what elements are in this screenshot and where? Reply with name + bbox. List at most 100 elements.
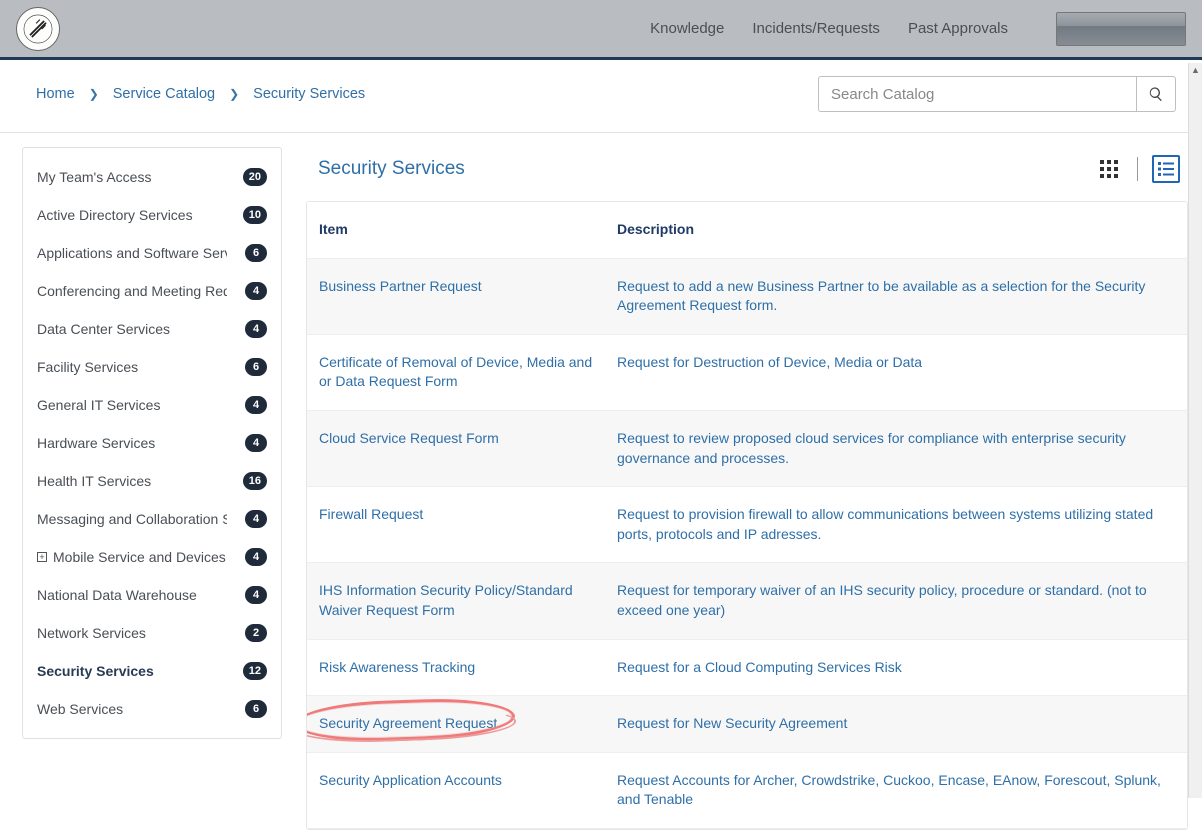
sidebar-item[interactable]: Applications and Software Services 6 (23, 234, 281, 272)
sidebar-item[interactable]: Active Directory Services 10 (23, 196, 281, 234)
view-switch (1095, 155, 1180, 183)
search-input[interactable] (818, 76, 1136, 112)
top-nav: Knowledge Incidents/Requests Past Approv… (650, 12, 1186, 46)
count-badge: 6 (245, 358, 267, 376)
item-link[interactable]: Security Application Accounts (307, 753, 617, 828)
count-badge: 4 (245, 586, 267, 604)
feather-logo-icon (23, 14, 53, 44)
sidebar-item-label: Messaging and Collaboration Ser… (37, 511, 227, 527)
table-row: Security Application AccountsRequest Acc… (307, 753, 1187, 829)
sub-header: Home ❯ Service Catalog ❯ Security Servic… (0, 60, 1202, 133)
sidebar-item[interactable]: Facility Services6 (23, 348, 281, 386)
count-badge: 20 (243, 168, 267, 186)
count-badge: 6 (245, 244, 267, 262)
item-description: Request to review proposed cloud service… (617, 411, 1187, 486)
sidebar-item[interactable]: Hardware Services 4 (23, 424, 281, 462)
sidebar-item-label: Active Directory Services (37, 207, 193, 223)
content: Security Services (306, 147, 1192, 791)
user-menu[interactable] (1056, 12, 1186, 46)
count-badge: 10 (243, 206, 267, 224)
table-row: Cloud Service Request FormRequest to rev… (307, 411, 1187, 487)
item-link[interactable]: Cloud Service Request Form (307, 411, 617, 486)
list-view-button[interactable] (1152, 155, 1180, 183)
sidebar-item[interactable]: My Team's Access 20 (23, 158, 281, 196)
expand-icon[interactable]: + (37, 552, 47, 562)
item-description: Request to provision firewall to allow c… (617, 487, 1187, 562)
chevron-right-icon: ❯ (229, 87, 239, 101)
crumb-service-catalog[interactable]: Service Catalog (113, 86, 215, 102)
table-row: IHS Information Security Policy/Standard… (307, 563, 1187, 639)
count-badge: 6 (245, 700, 267, 718)
org-logo (16, 7, 60, 51)
item-link[interactable]: Certificate of Removal of Device, Media … (307, 335, 617, 410)
scrollbar[interactable]: ▲ (1188, 63, 1202, 798)
col-item[interactable]: Item (307, 202, 617, 258)
item-description: Request for temporary waiver of an IHS s… (617, 563, 1187, 638)
item-description: Request for New Security Agreement (617, 696, 1187, 752)
item-link[interactable]: Security Agreement Request (307, 696, 617, 752)
count-badge: 4 (245, 510, 267, 528)
topnav-knowledge[interactable]: Knowledge (650, 20, 724, 37)
breadcrumb: Home ❯ Service Catalog ❯ Security Servic… (36, 86, 365, 102)
count-badge: 4 (245, 548, 267, 566)
chevron-right-icon: ❯ (89, 87, 99, 101)
item-description: Request for Destruction of Device, Media… (617, 335, 1187, 410)
item-link[interactable]: Business Partner Request (307, 259, 617, 334)
count-badge: 4 (245, 282, 267, 300)
sidebar-item[interactable]: Network Services2 (23, 614, 281, 652)
sidebar-item-label: Applications and Software Services (37, 245, 227, 261)
top-banner: Knowledge Incidents/Requests Past Approv… (0, 0, 1202, 60)
col-description[interactable]: Description (617, 202, 1187, 258)
separator (1137, 157, 1138, 181)
item-description: Request Accounts for Archer, Crowdstrike… (617, 753, 1187, 828)
sidebar-item-label: +Mobile Service and Devices, D… (37, 549, 227, 565)
sidebar-item[interactable]: Web Services 6 (23, 690, 281, 728)
crumb-home[interactable]: Home (36, 86, 75, 102)
list-icon (1157, 160, 1175, 178)
sidebar-item[interactable]: +Mobile Service and Devices, D… 4 (23, 538, 281, 576)
content-header: Security Services (306, 147, 1188, 201)
table-row: Security Agreement RequestRequest for Ne… (307, 696, 1187, 753)
scroll-up-icon[interactable]: ▲ (1189, 63, 1202, 77)
table-header: Item Description (307, 202, 1187, 259)
item-link[interactable]: IHS Information Security Policy/Standard… (307, 563, 617, 638)
sidebar-item-label: Conferencing and Meeting Reque… (37, 283, 227, 299)
count-badge: 12 (243, 662, 267, 680)
catalog-table: Item Description Business Partner Reques… (306, 201, 1188, 830)
crumb-security-services[interactable]: Security Services (253, 86, 365, 102)
search-button[interactable] (1136, 76, 1176, 112)
main: My Team's Access 20 Active Directory Servi… (0, 133, 1202, 791)
sidebar-item[interactable]: Data Center Services4 (23, 310, 281, 348)
sidebar-item[interactable]: National Data Warehouse 4 (23, 576, 281, 614)
table-row: Risk Awareness TrackingRequest for a Clo… (307, 640, 1187, 697)
category-sidebar: My Team's Access 20 Active Directory Servi… (22, 147, 282, 739)
sidebar-item-label: Network Services (37, 625, 146, 641)
sidebar-item[interactable]: Health IT Services 16 (23, 462, 281, 500)
count-badge: 4 (245, 396, 267, 414)
highlight-annotation (306, 696, 516, 744)
sidebar-item[interactable]: Conferencing and Meeting Reque… 4 (23, 272, 281, 310)
table-row: Certificate of Removal of Device, Media … (307, 335, 1187, 411)
count-badge: 4 (245, 434, 267, 452)
count-badge: 16 (243, 472, 267, 490)
table-row: Business Partner RequestRequest to add a… (307, 259, 1187, 335)
search-wrap (818, 76, 1176, 112)
sidebar-item-label: My Team's Access (37, 169, 151, 185)
sidebar-item-label: Hardware Services (37, 435, 155, 451)
topnav-past-approvals[interactable]: Past Approvals (908, 20, 1008, 37)
sidebar-item-label: General IT Services (37, 397, 160, 413)
sidebar-item-label: Data Center Services (37, 321, 170, 337)
sidebar-item[interactable]: General IT Services 4 (23, 386, 281, 424)
page-title: Security Services (318, 158, 465, 180)
sidebar-item[interactable]: Security Services12 (23, 652, 281, 690)
sidebar-item-label: Web Services (37, 701, 123, 717)
sidebar-item[interactable]: Messaging and Collaboration Ser… 4 (23, 500, 281, 538)
item-link[interactable]: Firewall Request (307, 487, 617, 562)
grid-view-button[interactable] (1095, 155, 1123, 183)
item-description: Request for a Cloud Computing Services R… (617, 640, 1187, 696)
search-icon (1148, 86, 1164, 102)
sidebar-item-label: Health IT Services (37, 473, 151, 489)
sidebar-item-label: National Data Warehouse (37, 587, 197, 603)
item-link[interactable]: Risk Awareness Tracking (307, 640, 617, 696)
topnav-incidents[interactable]: Incidents/Requests (752, 20, 880, 37)
